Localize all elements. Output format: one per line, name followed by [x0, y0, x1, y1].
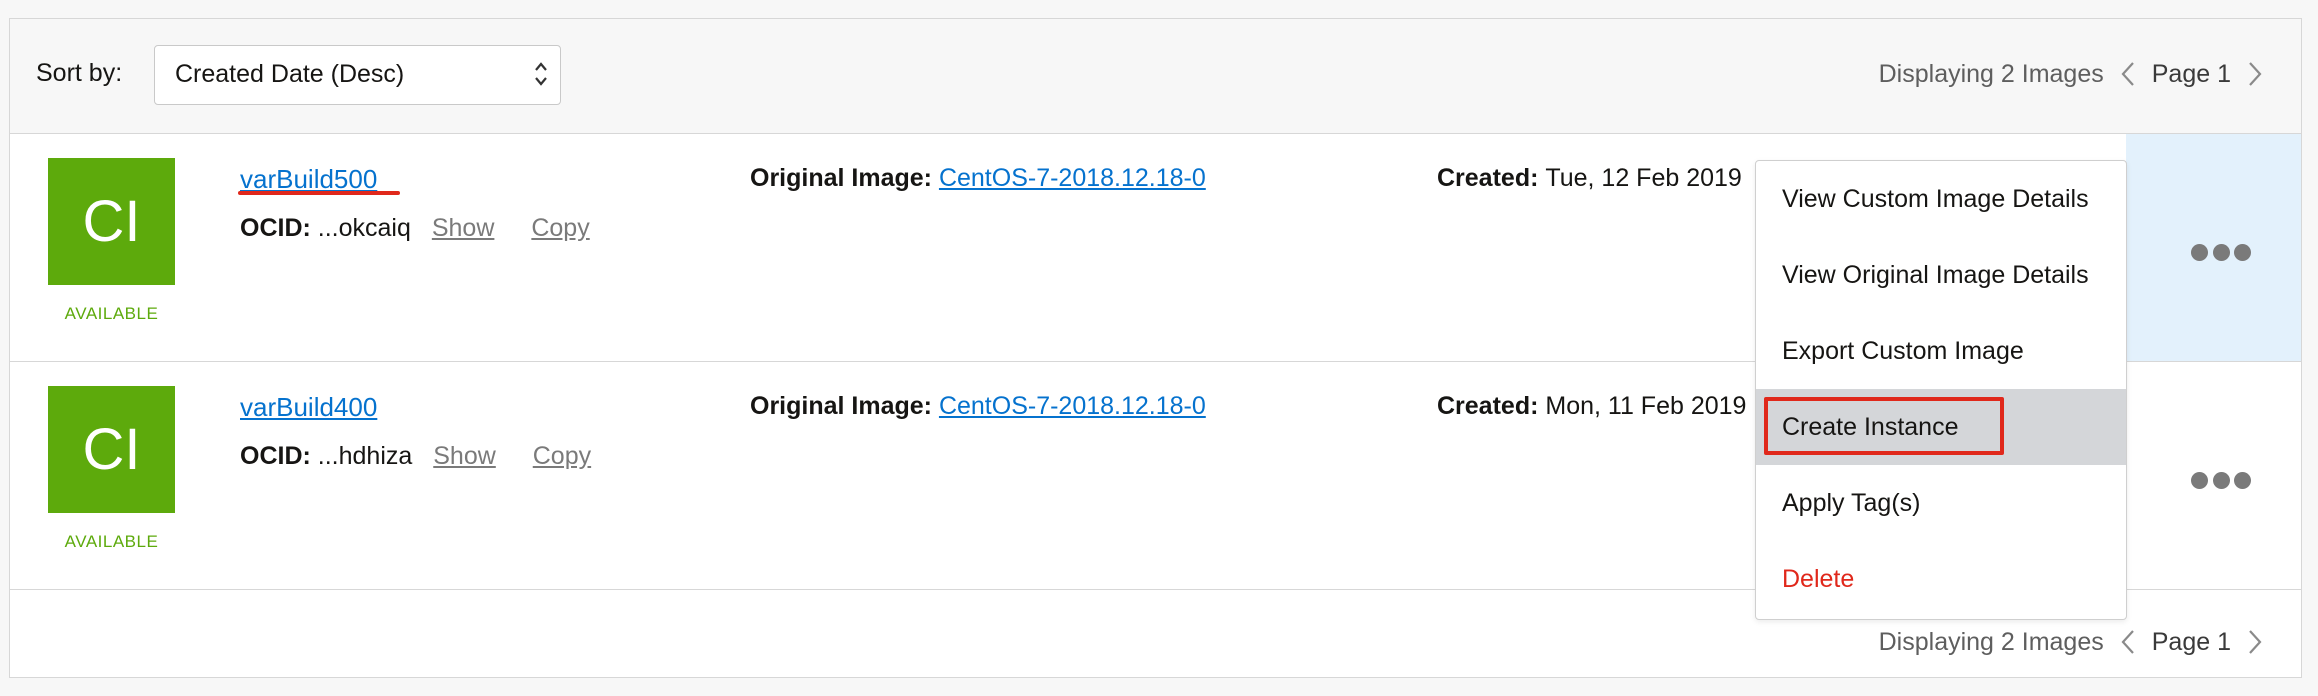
menu-item-create-instance[interactable]: Create Instance — [1756, 389, 2126, 465]
more-actions-icon[interactable] — [2191, 244, 2251, 264]
pager-page: Page 1 — [2151, 59, 2231, 88]
created-label: Created: — [1437, 164, 1546, 192]
menu-item-delete[interactable]: Delete — [1756, 541, 2126, 617]
chevron-right-icon[interactable] — [2243, 59, 2267, 89]
original-image-link[interactable]: CentOS-7-2018.12.18-0 — [939, 164, 1206, 192]
sort-select-value: Created Date (Desc) — [175, 60, 405, 88]
menu-item-export-custom-image[interactable]: Export Custom Image — [1756, 313, 2126, 389]
status-badge: AVAILABLE — [64, 304, 159, 323]
ocid-show-link[interactable]: Show — [433, 442, 496, 470]
created-label: Created: — [1437, 392, 1546, 420]
actions-menu: View Custom Image Details View Original … — [1755, 160, 2127, 620]
annotation-underline — [238, 191, 400, 195]
more-actions-icon[interactable] — [2191, 472, 2251, 492]
image-avatar: CI — [48, 158, 175, 285]
select-arrows-icon — [535, 62, 547, 86]
ocid-copy-link[interactable]: Copy — [531, 214, 589, 242]
menu-item-view-original-image-details[interactable]: View Original Image Details — [1756, 237, 2126, 313]
created-field: Created: Mon, 11 Feb 2019 — [1437, 392, 1746, 421]
original-image-label: Original Image: — [750, 392, 939, 420]
status-badge: AVAILABLE — [64, 532, 159, 551]
chevron-left-icon[interactable] — [2116, 59, 2140, 89]
ocid-value: ...okcaiq — [317, 214, 411, 242]
bottom-pager: Displaying 2 Images Page 1 — [1879, 627, 2279, 657]
original-image-label: Original Image: — [750, 164, 939, 192]
created-value: Tue, 12 Feb 2019 — [1545, 164, 1742, 192]
created-value: Mon, 11 Feb 2019 — [1545, 392, 1747, 420]
sort-select[interactable]: Created Date (Desc) — [154, 45, 561, 105]
original-image-field: Original Image: CentOS-7-2018.12.18-0 — [750, 392, 1206, 421]
menu-item-apply-tags[interactable]: Apply Tag(s) — [1756, 465, 2126, 541]
image-avatar: CI — [48, 386, 175, 513]
sort-label: Sort by: — [36, 59, 123, 87]
actions-cell — [2126, 362, 2301, 589]
pager-count: Displaying 2 Images — [1878, 59, 2104, 88]
chevron-left-icon[interactable] — [2116, 627, 2140, 657]
menu-item-view-custom-image-details[interactable]: View Custom Image Details — [1756, 161, 2126, 237]
pager-page: Page 1 — [2151, 627, 2231, 656]
list-toolbar: Sort by: Created Date (Desc) Displaying … — [10, 19, 2301, 134]
pager-count: Displaying 2 Images — [1878, 627, 2104, 656]
ocid-show-link[interactable]: Show — [432, 214, 495, 242]
ocid-value: ...hdhiza — [317, 442, 413, 470]
image-name-link[interactable]: varBuild400 — [240, 392, 377, 423]
actions-cell — [2126, 134, 2301, 361]
top-pager: Displaying 2 Images Page 1 — [1879, 59, 2279, 89]
ocid-field: OCID: ...hdhiza Show Copy — [240, 442, 591, 471]
annotation-highlight-box — [1764, 397, 2004, 455]
original-image-link[interactable]: CentOS-7-2018.12.18-0 — [939, 392, 1206, 420]
chevron-right-icon[interactable] — [2243, 627, 2267, 657]
ocid-label: OCID: — [240, 442, 318, 470]
original-image-field: Original Image: CentOS-7-2018.12.18-0 — [750, 164, 1206, 193]
ocid-label: OCID: — [240, 214, 318, 242]
ocid-field: OCID: ...okcaiq Show Copy — [240, 214, 590, 243]
ocid-copy-link[interactable]: Copy — [533, 442, 591, 470]
created-field: Created: Tue, 12 Feb 2019 — [1437, 164, 1742, 193]
